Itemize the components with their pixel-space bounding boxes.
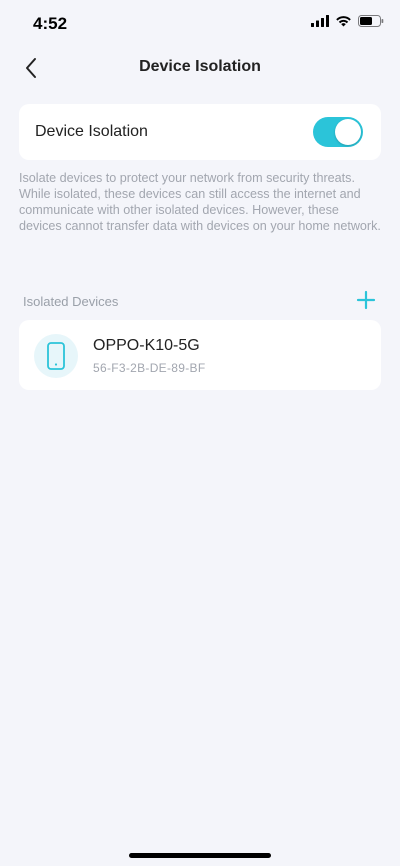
device-isolation-label: Device Isolation bbox=[35, 123, 148, 140]
phone-icon bbox=[47, 342, 65, 370]
page-title: Device Isolation bbox=[139, 58, 261, 75]
list-item[interactable]: OPPO-K10-5G 56-F3-2B-DE-89-BF bbox=[19, 320, 381, 390]
device-name: OPPO-K10-5G bbox=[93, 337, 200, 354]
status-time: 4:52 bbox=[33, 14, 68, 33]
status-bar: 4:52 bbox=[0, 0, 400, 46]
isolated-devices-header: Isolated Devices bbox=[23, 294, 119, 309]
home-indicator[interactable] bbox=[129, 853, 271, 858]
isolation-description: Isolate devices to protect your network … bbox=[19, 171, 381, 233]
status-icons bbox=[311, 15, 384, 27]
add-device-button[interactable] bbox=[356, 290, 376, 310]
device-isolation-toggle[interactable] bbox=[313, 117, 363, 147]
device-isolation-card: Device Isolation bbox=[19, 104, 381, 160]
device-mac-address: 56-F3-2B-DE-89-BF bbox=[93, 361, 206, 375]
device-icon-wrap bbox=[34, 334, 78, 378]
wifi-icon bbox=[336, 16, 351, 27]
plus-icon bbox=[356, 290, 376, 310]
nav-bar: Device Isolation bbox=[0, 46, 400, 90]
toggle-knob bbox=[335, 119, 361, 145]
battery-icon bbox=[358, 15, 384, 27]
signal-icon bbox=[311, 15, 329, 27]
